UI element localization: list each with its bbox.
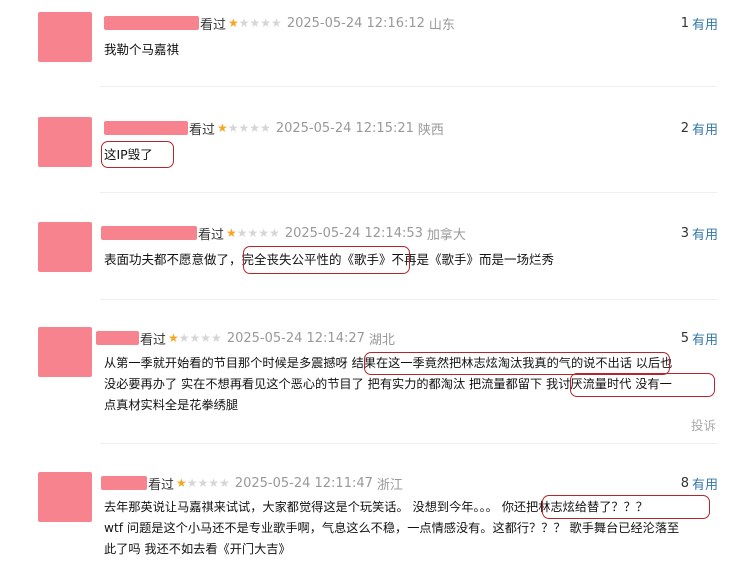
comment-time: 2025-05-24 12:15:21 bbox=[275, 120, 414, 136]
comment-time: 2025-05-24 12:14:27 bbox=[226, 330, 365, 346]
comment-meta: 看过 ★ ★★★★ 2025-05-24 12:16:12 山东 bbox=[104, 14, 455, 33]
star-empty-icon: ★★★★ bbox=[238, 16, 282, 30]
watched-label: 看过 bbox=[198, 227, 225, 243]
comment-time: 2025-05-24 12:11:47 bbox=[234, 475, 373, 491]
comment-line: 从第一季就开始看的节目那个时候是多震撼呀 结果在这一季竟然把林志炫淘汰我真的气的… bbox=[104, 356, 673, 370]
comment-time: 2025-05-24 12:14:53 bbox=[284, 225, 423, 241]
username-redacted[interactable] bbox=[104, 16, 199, 30]
comment-text: 从第一季就开始看的节目那个时候是多震撼呀 结果在这一季竟然把林志炫淘汰我真的气的… bbox=[104, 353, 672, 416]
rating-stars: ★ ★★★★ bbox=[228, 17, 282, 29]
useful-count: 3 bbox=[680, 225, 689, 241]
comment-location: 加拿大 bbox=[426, 227, 466, 243]
comment-meta: 看过 ★ ★★★★ 2025-05-24 12:11:47 浙江 bbox=[101, 474, 403, 493]
star-empty-icon: ★★★★ bbox=[227, 121, 271, 135]
avatar[interactable] bbox=[38, 12, 92, 62]
star-empty-icon: ★★★★ bbox=[236, 226, 280, 240]
divider bbox=[100, 86, 717, 87]
comment-meta: 看过 ★ ★★★★ 2025-05-24 12:14:27 湖北 bbox=[96, 329, 395, 348]
username-redacted[interactable] bbox=[96, 331, 139, 345]
avatar[interactable] bbox=[38, 222, 92, 272]
username-redacted[interactable] bbox=[104, 121, 188, 135]
watched-label: 看过 bbox=[140, 332, 167, 348]
avatar[interactable] bbox=[38, 117, 92, 167]
star-empty-icon: ★★★★ bbox=[186, 476, 230, 490]
useful-vote[interactable]: 1 有用 bbox=[680, 14, 718, 33]
comment-line: 表面功夫都不愿意做了，完全丧失公平性的《歌手》不再是《歌手》而是一场烂秀 bbox=[104, 252, 555, 267]
divider bbox=[100, 192, 717, 193]
useful-vote[interactable]: 3 有用 bbox=[680, 224, 718, 243]
comment-location: 陕西 bbox=[417, 122, 444, 138]
rating-stars: ★ ★★★★ bbox=[168, 332, 222, 344]
comment-line: 去年那英说让马嘉祺来试试，大家都觉得这是个玩笑话。 没想到今年。。。 你还把林志… bbox=[104, 500, 648, 514]
comment-text: 我勒个马嘉祺 bbox=[104, 39, 179, 60]
divider bbox=[100, 299, 717, 300]
rating-stars: ★ ★★★★ bbox=[217, 122, 271, 134]
rating-stars: ★ ★★★★ bbox=[176, 477, 230, 489]
comment-meta: 看过 ★ ★★★★ 2025-05-24 12:14:53 加拿大 bbox=[101, 224, 466, 243]
useful-button[interactable]: 有用 bbox=[692, 329, 718, 348]
comment-line: 此了吗 我还不如去看《开门大吉》 bbox=[104, 542, 291, 556]
comment-line: 点真材实料全是花拳绣腿 bbox=[104, 398, 239, 412]
useful-button[interactable]: 有用 bbox=[692, 14, 718, 33]
comment-text: 这IP毁了 bbox=[104, 144, 153, 165]
useful-count: 8 bbox=[680, 475, 689, 491]
star-filled-icon: ★ bbox=[168, 331, 179, 345]
useful-button[interactable]: 有用 bbox=[692, 474, 718, 493]
comment-line: 没必要再办了 实在不想再看见这个恶心的节目了 把有实力的都淘汰 把流量都留下 我… bbox=[104, 377, 672, 391]
username-redacted[interactable] bbox=[101, 476, 147, 490]
useful-vote[interactable]: 5 有用 bbox=[680, 329, 718, 348]
rating-stars: ★ ★★★★ bbox=[226, 227, 280, 239]
useful-count: 5 bbox=[680, 330, 689, 346]
comment-text: 表面功夫都不愿意做了，完全丧失公平性的《歌手》不再是《歌手》而是一场烂秀 bbox=[104, 249, 554, 270]
comment-line: 这IP毁了 bbox=[104, 147, 153, 162]
useful-count: 2 bbox=[680, 120, 689, 136]
star-filled-icon: ★ bbox=[226, 226, 237, 240]
star-filled-icon: ★ bbox=[217, 121, 228, 135]
comment-text: 去年那英说让马嘉祺来试试，大家都觉得这是个玩笑话。 没想到今年。。。 你还把林志… bbox=[104, 497, 679, 560]
comment-line: wtf 问题是这个小马还不是专业歌手啊，气息这么不稳，一点情感没有。这都行？？？… bbox=[104, 521, 680, 535]
report-link[interactable]: 投诉 bbox=[691, 415, 716, 434]
star-empty-icon: ★★★★ bbox=[178, 331, 222, 345]
watched-label: 看过 bbox=[148, 477, 175, 493]
star-filled-icon: ★ bbox=[228, 16, 239, 30]
useful-button[interactable]: 有用 bbox=[692, 119, 718, 138]
comment-location: 湖北 bbox=[368, 332, 395, 348]
useful-vote[interactable]: 8 有用 bbox=[680, 474, 718, 493]
watched-label: 看过 bbox=[200, 17, 227, 33]
comment-location: 山东 bbox=[428, 17, 455, 33]
username-redacted[interactable] bbox=[101, 226, 197, 240]
avatar[interactable] bbox=[38, 327, 92, 377]
comment-line: 我勒个马嘉祺 bbox=[104, 42, 180, 57]
comment-time: 2025-05-24 12:16:12 bbox=[286, 15, 425, 31]
avatar[interactable] bbox=[38, 472, 92, 522]
useful-vote[interactable]: 2 有用 bbox=[680, 119, 718, 138]
comment-meta: 看过 ★ ★★★★ 2025-05-24 12:15:21 陕西 bbox=[104, 119, 444, 138]
star-filled-icon: ★ bbox=[176, 476, 187, 490]
comment-location: 浙江 bbox=[376, 477, 403, 493]
useful-button[interactable]: 有用 bbox=[692, 224, 718, 243]
useful-count: 1 bbox=[680, 15, 689, 31]
divider bbox=[100, 443, 717, 444]
watched-label: 看过 bbox=[189, 122, 216, 138]
